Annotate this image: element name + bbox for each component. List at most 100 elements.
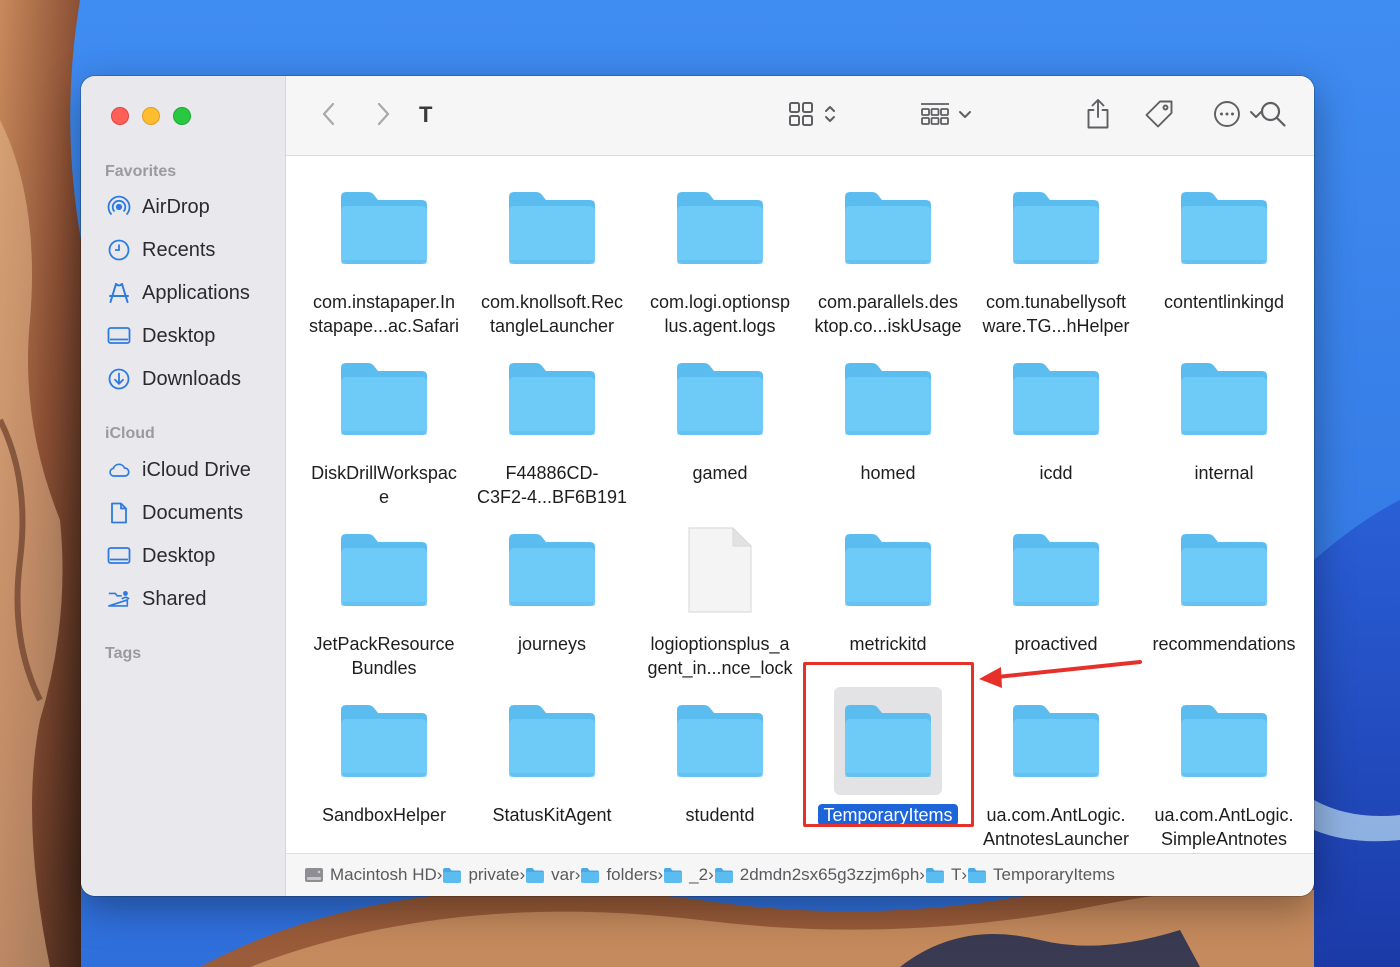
folder-item[interactable]: journeys [468,516,636,687]
path-crumb[interactable]: TemporaryItems [967,865,1115,885]
folder-item[interactable]: homed [804,345,972,516]
path-crumb-label: var [551,865,575,884]
hard-drive-icon [304,866,324,884]
chevron-right-icon [375,101,391,132]
path-crumb[interactable]: Macintosh HD [304,865,437,885]
folder-item[interactable]: contentlinkingd [1140,174,1308,345]
folder-item[interactable]: JetPackResource Bundles [300,516,468,687]
finder-window: Favorites AirDrop Recents Applications D… [81,76,1314,896]
chevron-left-icon [321,101,337,132]
airdrop-icon [107,195,131,219]
folder-item[interactable]: com.tunabellysoft ware.TG...hHelper [972,174,1140,345]
folder-item[interactable]: StatusKitAgent [468,687,636,858]
file-item[interactable]: logioptionsplus_a gent_in...nce_lock [636,516,804,687]
item-name: com.tunabellysoft ware.TG...hHelper [972,290,1140,338]
folder-item[interactable]: recommendations [1140,516,1308,687]
folder-item[interactable]: ua.com.AntLogic. SimpleAntnotes [1140,687,1308,858]
item-name-line: journeys [517,634,587,654]
window-title: T [419,102,433,127]
folder-icon [330,345,438,453]
item-name-line: studentd [685,805,755,825]
folder-icon [442,867,462,884]
item-name-line: lus.agent.logs [664,316,776,336]
path-crumb[interactable]: private [442,865,519,885]
sidebar-item-airdrop[interactable]: AirDrop [107,192,210,222]
zoom-window-button[interactable] [173,107,191,125]
folder-item[interactable]: icdd [972,345,1140,516]
item-name-line: e [378,487,389,507]
item-name: contentlinkingd [1140,290,1308,314]
path-crumb[interactable]: var [525,865,575,885]
sidebar-item-label: AirDrop [142,195,210,218]
folder-item[interactable]: TemporaryItems [804,687,972,858]
item-name-line: com.knollsoft.Rec [480,292,624,312]
item-name-line: homed [860,463,916,483]
item-name-line: icdd [1039,463,1073,483]
item-name: F44886CD- C3F2-4...BF6B191 [468,461,636,509]
item-name-line: tangleLauncher [489,316,615,336]
item-name-line: JetPackResource [313,634,455,654]
path-crumb[interactable]: 2dmdn2sx65g3zzjm6ph [714,865,919,885]
folder-item[interactable]: metrickitd [804,516,972,687]
shared-folder-icon [107,587,131,611]
sidebar-item-downloads[interactable]: Downloads [107,364,241,394]
share-button[interactable] [1084,96,1112,136]
folder-icon [1002,174,1110,282]
minimize-window-button[interactable] [142,107,160,125]
group-by-button[interactable] [916,96,976,136]
search-button[interactable] [1258,96,1288,136]
folder-icon [525,867,545,884]
item-name-line: ua.com.AntLogic. [986,805,1126,825]
folder-item[interactable]: com.logi.optionsp lus.agent.logs [636,174,804,345]
item-name-line: internal [1194,463,1254,483]
item-name: recommendations [1140,632,1308,656]
folder-item[interactable]: gamed [636,345,804,516]
sidebar-item-documents[interactable]: Documents [107,498,243,528]
folder-icon [967,867,987,884]
item-name-line: metrickitd [849,634,927,654]
item-name-line: gent_in...nce_lock [647,658,793,678]
tag-button[interactable] [1143,96,1175,136]
folder-icon [330,174,438,282]
sidebar-section-tags: Tags [105,645,142,662]
path-crumb[interactable]: T [925,865,961,885]
folder-item[interactable]: ua.com.AntLogic. AntnotesLauncher [972,687,1140,858]
sidebar-item-shared[interactable]: Shared [107,584,207,614]
folder-item[interactable]: com.knollsoft.Rec tangleLauncher [468,174,636,345]
item-name: ua.com.AntLogic. SimpleAntnotes [1140,803,1308,851]
folder-item[interactable]: DiskDrillWorkspac e [300,345,468,516]
path-crumb[interactable]: _2 [663,865,708,885]
folder-icon [834,345,942,453]
forward-button[interactable] [370,96,396,136]
item-name-line: stapape...ac.Safari [308,316,460,336]
sidebar-item-desktop[interactable]: Desktop [107,321,215,351]
sidebar-item-label: Desktop [142,544,216,567]
close-window-button[interactable] [111,107,129,125]
share-icon [1085,98,1111,135]
file-grid: com.instapaper.In stapape...ac.Safari com.… [286,156,1314,853]
folder-icon [834,174,942,282]
item-name-line: SimpleAntnotes [1160,829,1288,849]
folder-item[interactable]: proactived [972,516,1140,687]
folder-item[interactable]: F44886CD- C3F2-4...BF6B191 [468,345,636,516]
item-name-line: recommendations [1152,634,1296,654]
back-button[interactable] [316,96,342,136]
sidebar-item-icloud-drive[interactable]: iCloud Drive [107,455,251,485]
document-icon [107,501,131,525]
chevron-updown-icon [824,103,836,130]
folder-icon [1170,687,1278,795]
item-name-line: AntnotesLauncher [982,829,1130,849]
sidebar-item-recents[interactable]: Recents [107,235,215,265]
item-name: journeys [468,632,636,656]
toolbar: T [286,76,1314,156]
sidebar-item-applications[interactable]: Applications [107,278,250,308]
sidebar-item-desktop-icloud[interactable]: Desktop [107,541,215,571]
view-mode-button[interactable] [782,96,842,136]
folder-item[interactable]: com.parallels.des ktop.co...iskUsage [804,174,972,345]
folder-item[interactable]: internal [1140,345,1308,516]
folder-item[interactable]: studentd [636,687,804,858]
path-crumb[interactable]: folders [580,865,657,885]
folder-item[interactable]: com.instapaper.In stapape...ac.Safari [300,174,468,345]
path-crumb-label: _2 [689,865,709,884]
folder-item[interactable]: SandboxHelper [300,687,468,858]
